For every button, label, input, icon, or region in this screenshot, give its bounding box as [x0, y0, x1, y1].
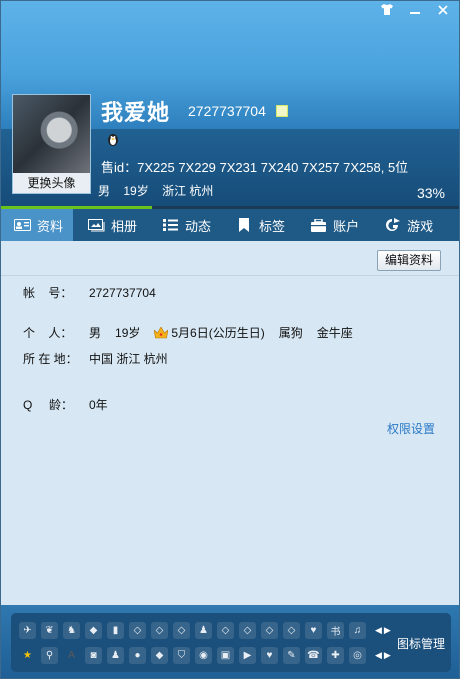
id-card-icon [13, 218, 31, 232]
edit-signature-icon[interactable] [276, 105, 288, 117]
qage-row: Q 龄： 0年 [23, 396, 122, 413]
star-icon[interactable]: ★ [19, 647, 36, 664]
qage-value: 0年 [89, 398, 108, 412]
profile-window: 更换头像 我爱她 2727737704 售id：7X225 7X229 7X23… [0, 0, 460, 679]
bookmark-icon [235, 218, 253, 232]
tab-label: 相册 [111, 218, 138, 234]
photo-album-icon [87, 218, 105, 232]
feather-icon[interactable]: ✎ [283, 647, 300, 664]
camera-icon[interactable]: ◙ [85, 647, 102, 664]
diamond-icon[interactable]: ◇ [239, 622, 256, 639]
skin-icon[interactable] [373, 1, 401, 21]
video-icon[interactable]: ▶ [239, 647, 256, 664]
tab-label: 账户 [333, 218, 360, 234]
personal-gender: 男 [89, 326, 102, 340]
penguin-gray-icon[interactable]: ♟ [107, 647, 124, 664]
chat-icon[interactable]: ● [129, 647, 146, 664]
personal-row: 个 人： 男 19岁 5月6日(公历生日) 属狗 金牛座 [23, 324, 367, 341]
icon-manager-button[interactable]: 图标管理 [397, 635, 445, 652]
app-icon[interactable]: A [63, 647, 80, 664]
basic-info: 男 19岁 浙江 杭州 [98, 182, 223, 199]
icon-panel: ✈ ❦ ♞ ◆ ▮ ◇ ◇ ◇ ♟ ◇ ◇ ◇ ◇ ♥ 书 ♫ ★ ⚲ A ◙ ♟ ● ◆ ⛉ ◉ ▣ ▶ ♥ ✎ ☎ ✚ ◎ ◀▶ ◀▶ … [11, 613, 451, 672]
profile-details-panel: 编辑资料 帐 号： 2727737704 个 人： 男 19岁 5月6日(公历生… [1, 241, 459, 605]
sale-id: 售id：7X225 7X229 7X231 7X240 7X257 7X258,… [101, 160, 409, 175]
personal-constellation: 金牛座 [316, 326, 353, 340]
account-value: 2727737704 [89, 285, 156, 300]
divider [1, 275, 459, 276]
location-label: 所 在 地： [23, 352, 78, 366]
account-label: 帐 号： [23, 286, 73, 300]
personal-zodiac: 属狗 [278, 326, 303, 340]
penguin-icon[interactable]: ♟ [195, 622, 212, 639]
eye-icon[interactable]: ◉ [195, 647, 212, 664]
tab-profile[interactable]: 资料 [1, 209, 74, 241]
completion-percent: 33% [416, 185, 445, 201]
dove-icon[interactable]: ❦ [41, 622, 58, 639]
tab-label: 资料 [37, 218, 64, 234]
gift-icon[interactable]: ▣ [217, 647, 234, 664]
birthday-crown-icon [153, 325, 169, 339]
diamond-dark-icon[interactable]: ◆ [85, 622, 102, 639]
tab-account[interactable]: 账户 [297, 209, 369, 241]
icon-row-1-arrows[interactable]: ◀▶ [375, 625, 393, 636]
wallet-icon [309, 218, 327, 232]
penguin-cert-icon[interactable]: ♞ [63, 622, 80, 639]
personal-age: 19岁 [115, 326, 141, 340]
penguin-status-icon[interactable] [105, 131, 121, 147]
profile-header: 更换头像 我爱她 2727737704 售id：7X225 7X229 7X23… [1, 1, 459, 209]
avatar-image [13, 95, 90, 173]
qage-label: Q 龄： [23, 398, 74, 412]
personal-label: 个 人： [23, 326, 73, 340]
tab-feed[interactable]: 动态 [149, 209, 221, 241]
edit-profile-button[interactable]: 编辑资料 [377, 250, 441, 271]
personal-birthday: 5月6日(公历生日) [171, 326, 265, 340]
tab-games[interactable]: 游戏 [371, 209, 443, 241]
diamond-icon[interactable]: ◇ [283, 622, 300, 639]
tab-album[interactable]: 相册 [75, 209, 147, 241]
heart-shield-icon[interactable]: ♥ [261, 647, 278, 664]
search-icon[interactable]: ⚲ [41, 647, 58, 664]
gender: 男 [98, 184, 111, 198]
music-icon[interactable]: ♫ [349, 622, 366, 639]
diamond-icon[interactable]: ◇ [173, 622, 190, 639]
bird-icon[interactable]: ✈ [19, 622, 36, 639]
avatar[interactable]: 更换头像 [12, 94, 91, 194]
age: 19岁 [123, 184, 149, 198]
diamond-icon[interactable]: ◇ [217, 622, 234, 639]
change-avatar-button[interactable]: 更换头像 [13, 173, 90, 193]
tab-bar: 资料 相册 动态 标签 账户 游戏 [1, 209, 459, 241]
book-icon[interactable]: 书 [327, 622, 344, 639]
diamond-dark-icon[interactable]: ◆ [151, 647, 168, 664]
shield-penguin-icon[interactable]: ⛉ [173, 647, 190, 664]
window-controls [373, 1, 457, 21]
phone-icon[interactable]: ☎ [305, 647, 322, 664]
puzzle-icon[interactable]: ✚ [327, 647, 344, 664]
icon-row-2: ★ ⚲ A ◙ ♟ ● ◆ ⛉ ◉ ▣ ▶ ♥ ✎ ☎ ✚ ◎ [19, 647, 371, 664]
heart-diamond-icon[interactable]: ♥ [305, 622, 322, 639]
tab-tags[interactable]: 标签 [223, 209, 295, 241]
account-row: 帐 号： 2727737704 [23, 284, 170, 301]
diamond-icon[interactable]: ◇ [151, 622, 168, 639]
location-value: 中国 浙江 杭州 [89, 352, 168, 366]
tab-label: 标签 [259, 218, 286, 234]
permission-settings-link[interactable]: 权限设置 [387, 420, 435, 437]
tab-label: 游戏 [407, 218, 434, 234]
icon-bar: ✈ ❦ ♞ ◆ ▮ ◇ ◇ ◇ ♟ ◇ ◇ ◇ ◇ ♥ 书 ♫ ★ ⚲ A ◙ ♟ ● ◆ ⛉ ◉ ▣ ▶ ♥ ✎ ☎ ✚ ◎ ◀▶ ◀▶ … [1, 605, 459, 678]
qq-number: 2727737704 [188, 103, 266, 119]
list-icon [161, 218, 179, 232]
minimize-icon[interactable] [401, 1, 429, 21]
close-icon[interactable] [429, 1, 457, 21]
tab-label: 动态 [185, 218, 212, 234]
diamond-icon[interactable]: ◇ [261, 622, 278, 639]
location-row: 所 在 地： 中国 浙江 杭州 [23, 350, 182, 367]
disc-icon[interactable]: ◎ [349, 647, 366, 664]
diamond-icon[interactable]: ◇ [129, 622, 146, 639]
location: 浙江 杭州 [162, 184, 214, 198]
icon-row-1: ✈ ❦ ♞ ◆ ▮ ◇ ◇ ◇ ♟ ◇ ◇ ◇ ◇ ♥ 书 ♫ [19, 622, 371, 639]
icon-row-2-arrows[interactable]: ◀▶ [375, 650, 393, 661]
mobile-icon[interactable]: ▮ [107, 622, 124, 639]
game-icon [383, 218, 401, 232]
nickname: 我爱她 [101, 100, 171, 125]
